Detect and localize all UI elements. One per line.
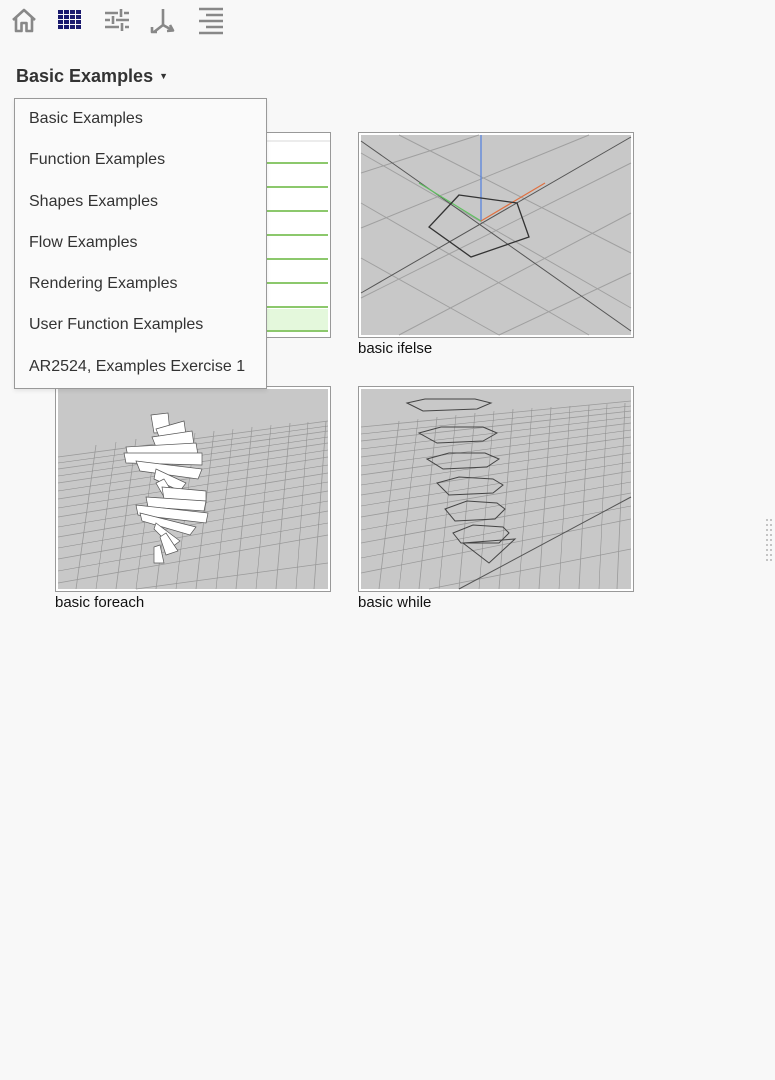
menu-item-shapes-examples[interactable]: Shapes Examples	[29, 193, 158, 211]
menu-item-basic-examples[interactable]: Basic Examples	[29, 110, 143, 128]
example-card-basic-while[interactable]: basic while	[358, 386, 634, 611]
example-caption[interactable]: basic foreach	[55, 594, 331, 611]
examples-page: Basic Examples ▼ basic ifelse basic fore…	[0, 0, 775, 1080]
example-thumbnail[interactable]	[358, 386, 634, 592]
menu-item-rendering-examples[interactable]: Rendering Examples	[29, 275, 178, 293]
example-set-selector[interactable]: Basic Examples ▼	[16, 66, 168, 87]
home-icon[interactable]	[9, 5, 39, 35]
resize-handle[interactable]	[765, 518, 773, 564]
example-thumbnail[interactable]	[358, 132, 634, 338]
example-card-basic-foreach[interactable]: basic foreach	[55, 386, 331, 611]
menu-item-user-function-examples[interactable]: User Function Examples	[29, 316, 203, 334]
example-set-menu: Basic Examples Function Examples Shapes …	[14, 98, 267, 389]
grid-icon[interactable]	[56, 5, 86, 35]
align-right-icon[interactable]	[196, 5, 226, 35]
example-card-basic-ifelse[interactable]: basic ifelse	[358, 132, 634, 357]
example-caption[interactable]: basic ifelse	[358, 340, 634, 357]
menu-item-flow-examples[interactable]: Flow Examples	[29, 234, 137, 252]
menu-item-ar2524-exercise-1[interactable]: AR2524, Examples Exercise 1	[29, 358, 245, 376]
sliders-icon[interactable]	[102, 5, 132, 35]
example-caption[interactable]: basic while	[358, 594, 634, 611]
caret-down-icon: ▼	[159, 71, 169, 81]
menu-item-function-examples[interactable]: Function Examples	[29, 151, 165, 169]
merge-arrow-icon[interactable]	[149, 5, 179, 35]
example-set-label: Basic Examples	[16, 66, 154, 86]
example-thumbnail[interactable]	[55, 386, 331, 592]
